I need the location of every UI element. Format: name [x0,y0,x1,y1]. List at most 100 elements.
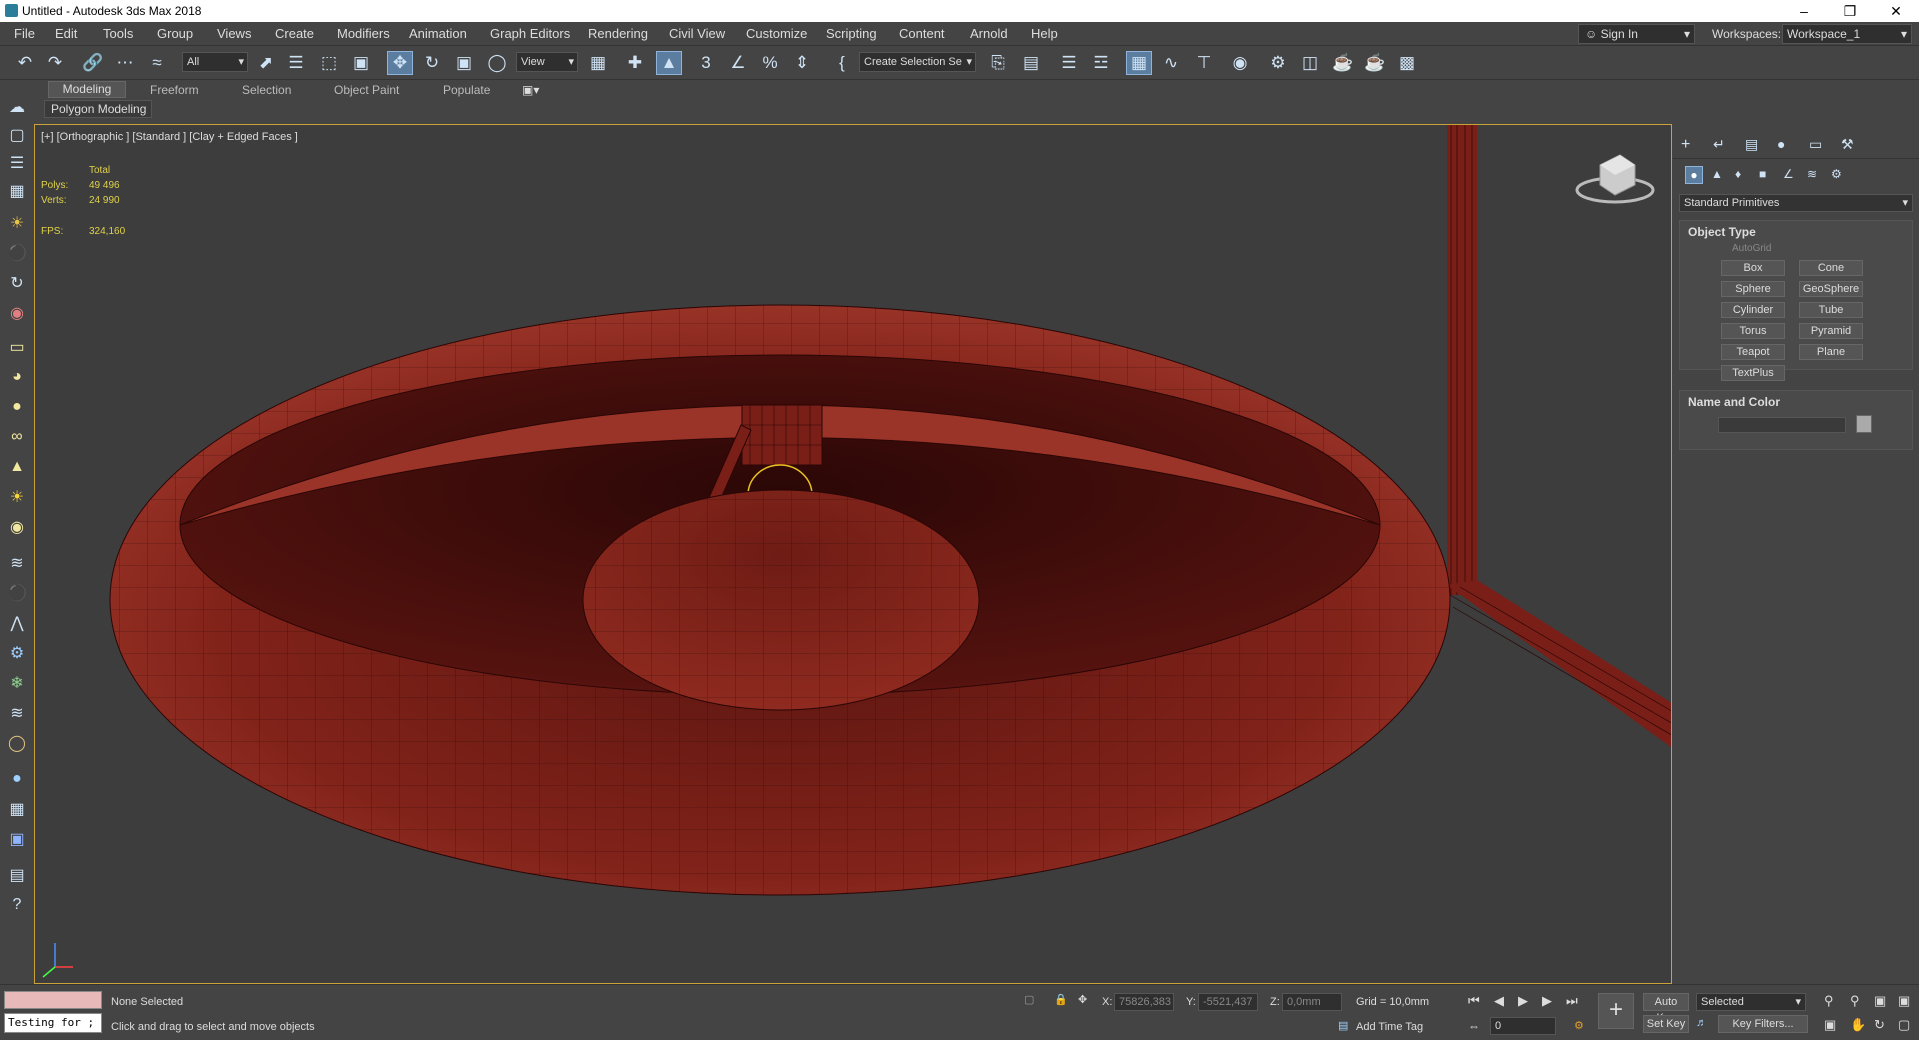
keyboard-shortcut-toggle-icon[interactable]: ▲ [656,51,682,75]
light-icon[interactable]: ☀ [6,212,28,234]
scale-icon[interactable]: ▣ [451,51,477,75]
tab-object-paint[interactable]: Object Paint [334,83,399,97]
menu-rendering[interactable]: Rendering [588,26,648,41]
teapot-button[interactable]: Teapot [1721,344,1785,360]
name-and-color-title[interactable]: Name and Color [1688,395,1780,409]
object-name-field[interactable] [1718,417,1846,433]
geometry-icon[interactable]: ● [1685,166,1703,184]
object-type-title[interactable]: Object Type [1688,225,1756,239]
x-coordinate-field[interactable]: 75826,383 [1114,993,1174,1011]
schematic-view-icon[interactable]: ⊤ [1191,51,1217,75]
hair-icon[interactable]: ≋ [6,702,28,724]
scene-list-icon[interactable]: ☰ [6,152,28,174]
isolate-icon[interactable]: ▢ [1024,993,1034,1006]
systems-icon[interactable]: ⚙ [1831,167,1842,181]
cone-icon[interactable]: ▲ [6,456,28,478]
select-by-name-icon[interactable]: ☰ [283,51,309,75]
menu-file[interactable]: File [14,26,35,41]
toggle-ribbon-icon[interactable]: ▦ [1126,51,1152,75]
named-selection-sets-dropdown[interactable]: Create Selection Se ▾ [859,52,976,72]
clone-icon[interactable]: ▦ [6,798,28,820]
zoom-extents-all-icon[interactable]: ▣ [1898,993,1910,1009]
menu-create[interactable]: Create [275,26,314,41]
pivot-center-icon[interactable]: ▦ [585,51,611,75]
previous-frame-icon[interactable]: ◀ [1494,993,1504,1009]
layer-list-icon[interactable]: ▦ [6,180,28,202]
menu-modifiers[interactable]: Modifiers [337,26,390,41]
explorer-icon[interactable]: ▢ [6,124,28,146]
menu-graph-editors[interactable]: Graph Editors [490,26,570,41]
close-button[interactable]: ✕ [1873,0,1919,22]
align-icon[interactable]: ▤ [1018,51,1044,75]
ribbon-options-icon[interactable]: ▣▾ [522,83,539,97]
torus-button[interactable]: Torus [1721,323,1785,339]
utilities-tab-icon[interactable]: ⚒ [1841,136,1854,153]
create-tab-icon[interactable]: + [1681,136,1690,154]
sign-in-dropdown[interactable]: ☺ Sign In ▾ [1578,24,1695,44]
gear-icon[interactable]: ⚙ [6,642,28,664]
help-icon[interactable]: ? [6,894,28,916]
rectangular-selection-icon[interactable]: ⬚ [316,51,342,75]
scene-explorer-icon[interactable]: ☰ [1056,51,1082,75]
rotate-view-icon[interactable]: ↻ [6,272,28,294]
menu-animation[interactable]: Animation [409,26,467,41]
play-icon[interactable]: ▶ [1518,993,1528,1009]
workspace-select[interactable]: Workspace_1 ▾ [1782,24,1912,44]
snaps-toggle-icon[interactable]: 3 [693,51,719,75]
menu-customize[interactable]: Customize [746,26,807,41]
next-frame-icon[interactable]: ▶ [1542,993,1552,1009]
tripod-icon[interactable]: ⋀ [6,612,28,634]
cameras-icon[interactable]: ■ [1759,167,1766,181]
percent-snap-icon[interactable]: % [757,51,783,75]
menu-edit[interactable]: Edit [55,26,77,41]
render-in-cloud-icon[interactable]: ▩ [1394,51,1420,75]
rotate-icon[interactable]: ↻ [419,51,445,75]
document-icon[interactable]: ▤ [6,864,28,886]
key-selection-dropdown[interactable]: Selected ▾ [1696,993,1806,1011]
menu-views[interactable]: Views [217,26,251,41]
selection-filter-dropdown[interactable]: All ▾ [182,52,248,72]
autogrid-checkbox[interactable]: AutoGrid [1732,243,1771,254]
shaded-sphere-icon[interactable]: ● [6,768,28,790]
textplus-button[interactable]: TextPlus [1721,365,1785,381]
y-coordinate-field[interactable]: -5521,437 [1198,993,1258,1011]
sun-icon[interactable]: ☀ [6,486,28,508]
render-view-icon[interactable]: ◉ [6,302,28,324]
absolute-mode-icon[interactable]: ✥ [1078,993,1087,1006]
zoom-extents-icon[interactable]: ▣ [1874,993,1886,1009]
particles-icon[interactable]: ≋ [6,552,28,574]
unlink-icon[interactable]: ⋯ [112,51,138,75]
orbit-icon[interactable]: ↻ [1874,1017,1885,1033]
viewport-layout-icon[interactable]: ☁ [6,96,28,118]
tab-selection[interactable]: Selection [242,83,291,97]
rectangle-icon[interactable]: ▭ [6,336,28,358]
place-icon[interactable]: ◯ [484,51,510,75]
camera-icon[interactable]: ⚫ [6,242,28,264]
menu-scripting[interactable]: Scripting [826,26,877,41]
undo-icon[interactable]: ↶ [12,51,38,75]
tab-modeling[interactable]: Modeling [48,81,126,98]
render-iterative-icon[interactable]: ☕ [1362,51,1388,75]
motion-tab-icon[interactable]: ● [1777,136,1785,152]
set-key-button[interactable]: Set Key [1643,1015,1689,1033]
cylinder-button[interactable]: Cylinder [1721,302,1785,318]
polygon-modeling-panel[interactable]: Polygon Modeling [44,100,152,118]
restore-button[interactable]: ❐ [1827,0,1873,22]
view-cube[interactable] [1575,154,1655,204]
hierarchy-tab-icon[interactable]: ▤ [1745,136,1758,153]
angle-snap-icon[interactable]: ∠ [725,51,751,75]
redo-icon[interactable]: ↷ [42,51,68,75]
helpers-icon[interactable]: ∠ [1783,167,1794,181]
reference-coordinate-dropdown[interactable]: View ▾ [516,52,578,72]
lock-icon[interactable]: 🔒 [1054,993,1068,1006]
time-tag-icon[interactable]: ▤ [1338,1019,1348,1032]
disc-icon[interactable]: ◉ [6,516,28,538]
menu-arnold[interactable]: Arnold [970,26,1008,41]
sphere-icon[interactable]: ● [6,396,28,418]
spinner-snap-icon[interactable]: ⇕ [789,51,815,75]
field-of-view-icon[interactable]: ▣ [1824,1017,1836,1033]
curve-editor-icon[interactable]: ∿ [1158,51,1184,75]
lights-icon[interactable]: ♦ [1735,167,1741,181]
half-sphere-icon[interactable]: ◕ [6,366,28,388]
add-time-tag[interactable]: Add Time Tag [1356,1021,1423,1033]
